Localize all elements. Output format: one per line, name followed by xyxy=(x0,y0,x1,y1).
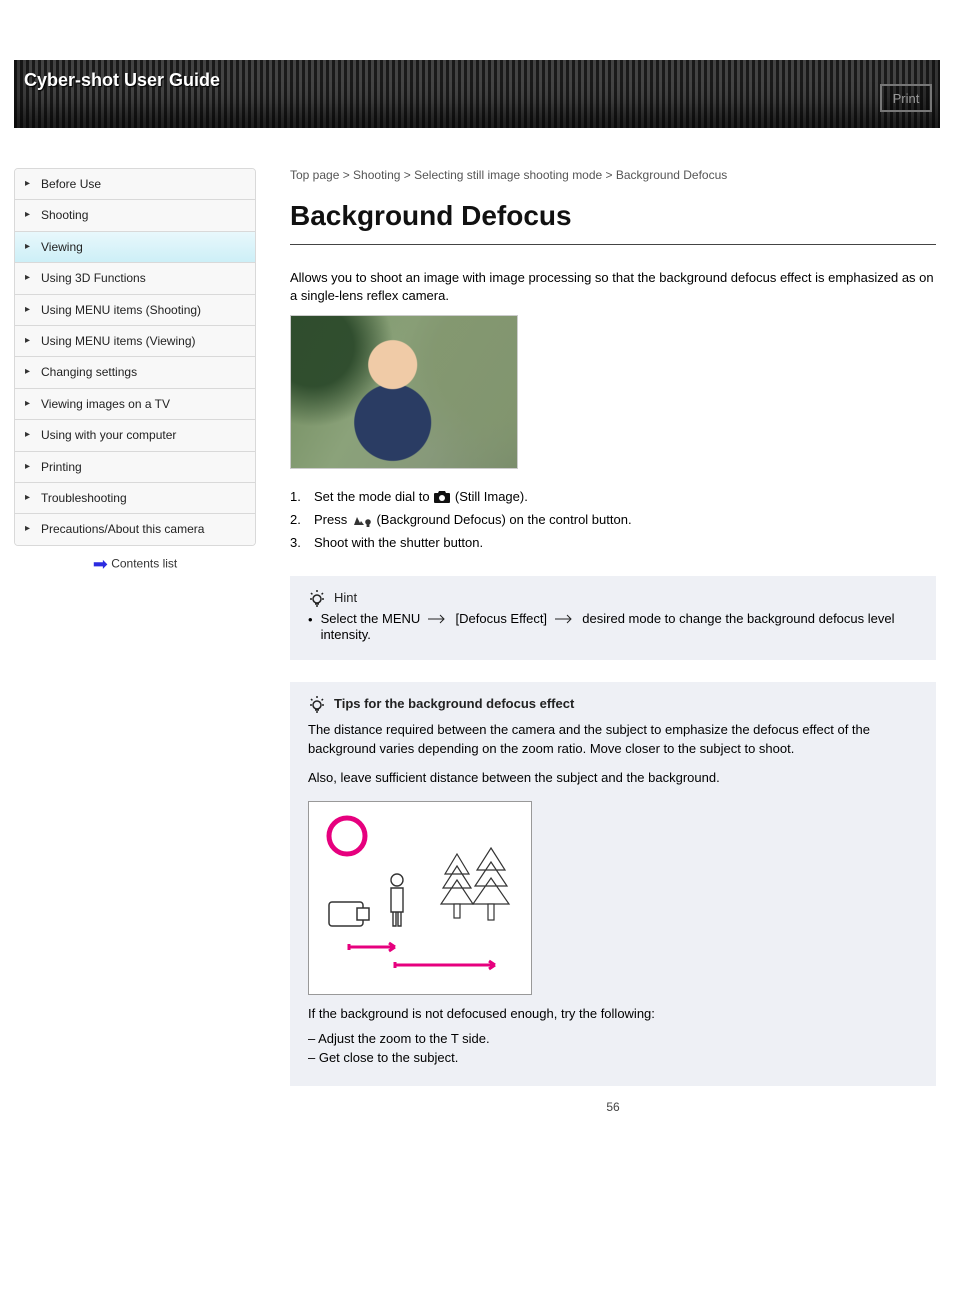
sidebar-item-label: Before Use xyxy=(41,177,101,191)
sidebar-item-label: Changing settings xyxy=(41,365,137,379)
sidebar-item-printing[interactable]: Printing xyxy=(15,452,255,483)
lightbulb-icon xyxy=(308,588,326,611)
step-text: Press (Background Defocus) on the contro… xyxy=(314,510,632,531)
sidebar-item-menu-viewing[interactable]: Using MENU items (Viewing) xyxy=(15,326,255,357)
sidebar-item-label: Precautions/About this camera xyxy=(41,522,204,536)
step-number: 3. xyxy=(290,533,306,554)
header-banner: Cyber-shot User Guide Print xyxy=(14,60,940,128)
sidebar-item-label: Using 3D Functions xyxy=(41,271,146,285)
print-button[interactable]: Print xyxy=(880,84,932,112)
hint-label: Hint xyxy=(334,590,357,605)
step-text-after: (Background Defocus) on the control butt… xyxy=(376,512,631,527)
step-number: 1. xyxy=(290,487,306,508)
sidebar-item-tv[interactable]: Viewing images on a TV xyxy=(15,389,255,420)
steps-list: 1. Set the mode dial to (Still Image). 2… xyxy=(290,487,936,553)
tip-list-item: – Get close to the subject. xyxy=(308,1049,918,1068)
sample-photo xyxy=(290,315,518,469)
breadcrumb: Top page > Shooting > Selecting still im… xyxy=(290,168,936,182)
sidebar-item-before-use[interactable]: Before Use xyxy=(15,169,255,200)
sidebar-item-label: Shooting xyxy=(41,208,88,222)
step-1: 1. Set the mode dial to (Still Image). xyxy=(290,487,936,508)
tip-list-item: – Adjust the zoom to the T side. xyxy=(308,1030,918,1049)
sidebar-list: Before Use Shooting Viewing Using 3D Fun… xyxy=(14,168,256,546)
sidebar-item-menu-shooting[interactable]: Using MENU items (Shooting) xyxy=(15,295,255,326)
step-text: Shoot with the shutter button. xyxy=(314,533,483,554)
sidebar-item-label: Using MENU items (Shooting) xyxy=(41,303,201,317)
contents-list-link: Contents list xyxy=(111,556,177,570)
sidebar-item-label: Troubleshooting xyxy=(41,491,127,505)
main-content: Top page > Shooting > Selecting still im… xyxy=(290,168,936,1134)
distance-diagram xyxy=(308,801,532,995)
divider xyxy=(290,244,936,245)
hint-bullet: • Select the MENU [Defocus Effect] desir… xyxy=(308,611,918,642)
sidebar-item-computer[interactable]: Using with your computer xyxy=(15,420,255,451)
hint-text-part: Select the MENU xyxy=(321,611,424,626)
page-number: 56 xyxy=(290,1100,936,1134)
arrow-right-icon xyxy=(555,612,575,627)
sidebar-item-3d[interactable]: Using 3D Functions xyxy=(15,263,255,294)
sidebar-item-precautions[interactable]: Precautions/About this camera xyxy=(15,514,255,544)
tip-list-text: Adjust the zoom to the T side. xyxy=(318,1031,490,1046)
sidebar-item-shooting[interactable]: Shooting xyxy=(15,200,255,231)
sidebar-footer[interactable]: ➡ Contents list xyxy=(14,554,256,575)
sidebar-item-viewing[interactable]: Viewing xyxy=(15,232,255,263)
hint-box: Hint • Select the MENU [Defocus Effect] … xyxy=(290,576,936,660)
hint-text: Select the MENU [Defocus Effect] desired… xyxy=(321,611,918,642)
tip-para-2: Also, leave sufficient distance between … xyxy=(308,769,918,788)
sidebar-item-label: Viewing xyxy=(41,240,83,254)
tip-title: Tips for the background defocus effect xyxy=(334,696,574,711)
step-text: Set the mode dial to (Still Image). xyxy=(314,487,528,508)
sidebar-item-changing-settings[interactable]: Changing settings xyxy=(15,357,255,388)
tip-head: Tips for the background defocus effect xyxy=(308,696,918,711)
lightbulb-icon xyxy=(308,694,326,717)
tip-para-1: The distance required between the camera… xyxy=(308,721,918,759)
tip-list-text: Get close to the subject. xyxy=(319,1050,458,1065)
bullet-dot: • xyxy=(308,611,313,642)
sidebar-item-label: Viewing images on a TV xyxy=(41,397,170,411)
step-3: 3. Shoot with the shutter button. xyxy=(290,533,936,554)
tip-box: Tips for the background defocus effect T… xyxy=(290,682,936,1086)
arrow-right-icon xyxy=(428,612,448,627)
page-title: Background Defocus xyxy=(290,200,936,232)
intro-text: Allows you to shoot an image with image … xyxy=(290,269,936,305)
sidebar-item-label: Using MENU items (Viewing) xyxy=(41,334,195,348)
sidebar: Before Use Shooting Viewing Using 3D Fun… xyxy=(14,168,256,575)
sidebar-item-label: Printing xyxy=(41,460,82,474)
tip-para-3: If the background is not defocused enoug… xyxy=(308,1005,918,1024)
background-defocus-icon xyxy=(351,511,373,527)
hint-head: Hint xyxy=(308,590,918,605)
tip-list: – Adjust the zoom to the T side. – Get c… xyxy=(308,1030,918,1068)
camera-icon xyxy=(433,490,451,504)
step-text-before: Set the mode dial to xyxy=(314,489,433,504)
header-title: Cyber-shot User Guide xyxy=(24,70,220,91)
step-text-before: Press xyxy=(314,512,351,527)
step-text-after: (Still Image). xyxy=(455,489,528,504)
step-number: 2. xyxy=(290,510,306,531)
sidebar-item-troubleshooting[interactable]: Troubleshooting xyxy=(15,483,255,514)
arrow-right-icon: ➡ xyxy=(93,554,108,574)
sidebar-item-label: Using with your computer xyxy=(41,428,176,442)
hint-text-part: [Defocus Effect] xyxy=(456,611,551,626)
step-2: 2. Press (Background Defocus) on the con… xyxy=(290,510,936,531)
